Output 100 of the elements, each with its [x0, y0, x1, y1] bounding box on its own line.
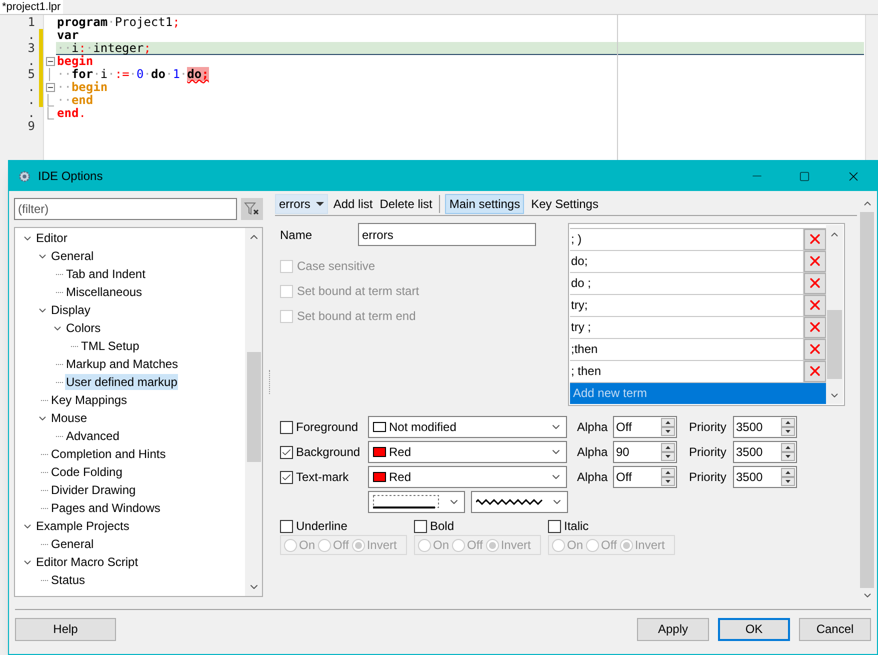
tree-item[interactable]: Editor Macro Script [35, 554, 140, 570]
collapse-icon[interactable] [46, 83, 54, 92]
checkbox[interactable] [280, 420, 293, 434]
scrollbar-thumb[interactable] [827, 310, 842, 379]
color-dropdown[interactable]: Red [368, 441, 567, 463]
tree-item[interactable]: Miscellaneous [65, 284, 144, 300]
line-number: 3 [28, 42, 36, 55]
settings-tab[interactable]: Key Settings [527, 194, 602, 214]
line-number: . [28, 107, 36, 120]
checkbox-label: Background [296, 444, 360, 461]
tree-item[interactable]: User defined markup [65, 374, 178, 390]
tree-item[interactable]: Mouse [50, 410, 88, 426]
alpha-field[interactable]: 90 [613, 441, 677, 463]
tree-item[interactable]: Divider Drawing [50, 482, 137, 498]
checkbox[interactable] [280, 446, 293, 458]
color-dropdown[interactable]: Red [368, 466, 567, 488]
delete-term-button[interactable] [804, 316, 826, 338]
checkbox-label: Foreground [296, 419, 358, 436]
tree-item[interactable]: Colors [65, 320, 102, 336]
dialog-button[interactable]: Cancel [799, 618, 871, 640]
tree-item[interactable]: Code Folding [50, 464, 124, 480]
line-number: . [28, 81, 36, 94]
help-button[interactable]: Help [15, 618, 116, 640]
spin-arrows-icon[interactable] [781, 443, 795, 461]
dialog-button[interactable]: OK [718, 618, 790, 640]
tree-item[interactable]: Completion and Hints [50, 446, 167, 462]
priority-field[interactable]: 3500 [733, 441, 797, 463]
field-label: Priority [689, 469, 728, 486]
dialog-button[interactable]: Apply [637, 618, 709, 640]
checkbox-label: Italic [564, 518, 589, 535]
color-dropdown[interactable]: Not modified [368, 416, 567, 438]
field-label: Priority [689, 419, 728, 436]
tree-item[interactable]: Display [50, 302, 92, 318]
checkbox-label: Bold [430, 518, 454, 535]
line-number: 1 [28, 16, 36, 29]
spin-arrows-icon[interactable] [781, 418, 795, 436]
tree-item[interactable]: General [50, 536, 95, 552]
checkbox-label: Text-mark [296, 469, 349, 486]
tree-item[interactable]: Editor [35, 230, 68, 246]
tree-item[interactable]: Status [50, 572, 86, 588]
checkbox-label: Underline [296, 518, 348, 535]
radio-label: On [567, 537, 584, 554]
clear-filter-button[interactable] [241, 198, 263, 220]
tree-item[interactable]: Pages and Windows [50, 500, 162, 516]
delete-term-button[interactable] [804, 338, 826, 360]
priority-field[interactable]: 3500 [733, 466, 797, 488]
wavy-line-icon [476, 499, 544, 505]
maximize-icon[interactable] [799, 170, 810, 182]
scrollbar[interactable] [865, 15, 878, 160]
dashed-frame-icon [373, 495, 439, 509]
delete-term-button[interactable] [804, 360, 826, 382]
name-field[interactable]: errors [358, 223, 536, 246]
tree-item[interactable]: Markup and Matches [65, 356, 180, 372]
scrollbar-thumb[interactable] [860, 212, 874, 588]
field-label: Alpha [577, 419, 609, 436]
list-dropdown[interactable]: errors [275, 194, 328, 214]
code-line: program·Project1; [56, 16, 181, 29]
radio-label: Invert [500, 537, 531, 554]
line-number: . [28, 94, 36, 107]
spin-arrows-icon[interactable] [661, 443, 675, 461]
code-line: ··for·i·:=·0·do·1·do; [56, 68, 210, 81]
checkbox[interactable] [280, 470, 293, 484]
line-number: . [28, 55, 36, 68]
priority-field[interactable]: 3500 [733, 416, 797, 438]
line-number: . [28, 29, 36, 42]
tree-item[interactable]: TML Setup [80, 338, 140, 354]
radio-label: Invert [366, 537, 397, 554]
toolbar-button[interactable]: Add list [331, 194, 375, 214]
radio-label: Invert [634, 537, 665, 554]
delete-term-button[interactable] [804, 228, 826, 250]
spin-arrows-icon[interactable] [661, 418, 675, 436]
line-number: 9 [28, 120, 36, 133]
code-line: var [56, 29, 79, 42]
line-style-dropdown[interactable] [471, 491, 568, 513]
filter-field[interactable]: (filter) [14, 198, 237, 220]
scrollbar-thumb[interactable] [246, 352, 260, 462]
spin-arrows-icon[interactable] [781, 468, 795, 486]
new-term-field[interactable]: Add new term [570, 382, 826, 404]
collapse-icon[interactable] [46, 57, 54, 66]
checkbox-label: Case sensitive [297, 258, 376, 275]
settings-tab[interactable]: Main settings [445, 194, 524, 214]
toolbar-button[interactable]: Delete list [378, 194, 434, 214]
spin-arrows-icon[interactable] [661, 468, 675, 486]
alpha-field[interactable]: Off [613, 416, 677, 438]
scrollbar[interactable] [245, 228, 262, 596]
line-style-dropdown[interactable] [368, 491, 465, 513]
tree-item[interactable]: Key Mappings [50, 392, 128, 408]
dropdown-arrow-icon [315, 201, 326, 207]
tree-item[interactable]: Tab and Indent [65, 266, 146, 282]
tree-item[interactable]: Advanced [65, 428, 120, 444]
alpha-field[interactable]: Off [613, 466, 677, 488]
delete-term-button[interactable] [804, 294, 826, 316]
delete-term-button[interactable] [804, 250, 826, 272]
tree-item[interactable]: General [50, 248, 95, 264]
file-tab[interactable]: *project1.lpr [0, 0, 63, 14]
delete-term-button[interactable] [804, 272, 826, 294]
scrollbar[interactable] [826, 225, 843, 404]
line-number: 5 [28, 68, 36, 81]
radio-label: On [299, 537, 316, 554]
tree-item[interactable]: Example Projects [35, 518, 130, 534]
